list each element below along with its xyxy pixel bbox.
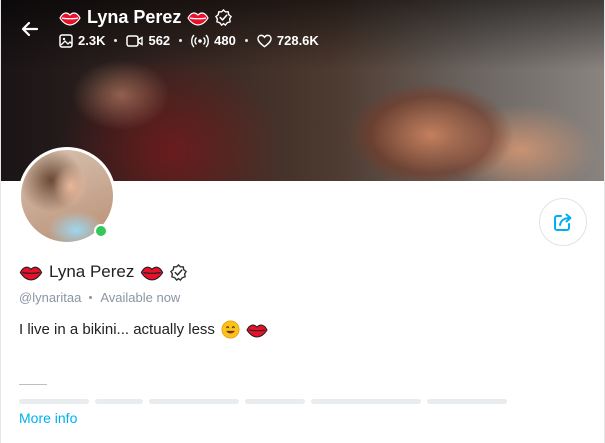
profile-name: Lyna Perez [49,262,135,281]
header-name: Lyna Perez [87,7,182,27]
verified-icon [215,9,233,26]
avatar-container[interactable] [18,147,116,245]
stat-likes-value: 728.6K [276,33,319,48]
header-stats: 2.3K 562 480 728.6K [59,33,319,48]
lips-icon [19,266,43,281]
lips-icon [59,11,81,26]
lips-icon [187,11,210,26]
stat-streams[interactable]: 480 [191,33,236,48]
profile-handle[interactable]: @lynaritaa [19,290,81,305]
profile-name-row: Lyna Perez [19,262,188,282]
arrow-left-icon [21,21,39,37]
availability-status: Available now [100,290,181,305]
profile-page: Lyna Perez 2.3K 562 480 728.6K Lyna Pere… [0,0,605,443]
lips-icon [141,266,164,281]
stat-images[interactable]: 2.3K [59,33,105,48]
broadcast-icon [191,34,210,47]
stat-images-value: 2.3K [78,33,106,48]
share-button[interactable] [539,198,587,246]
more-info-link[interactable]: More info [19,410,77,426]
truncated-bio-preview [19,393,539,405]
video-icon [126,34,144,47]
stat-videos-value: 562 [148,33,171,48]
header-title: Lyna Perez [59,7,233,28]
separator-dot [114,39,118,42]
lips-icon [246,323,268,338]
stat-streams-value: 480 [214,33,236,48]
profile-meta: @lynaritaa Available now [19,290,180,305]
bio-text: I live in a bikini... actually less [19,321,215,338]
verified-icon [170,263,188,281]
image-icon [59,33,73,48]
profile-bio: I live in a bikini... actually less [19,320,268,339]
separator-dot [179,39,183,42]
heart-icon [257,34,272,48]
separator-dot [244,39,248,42]
smiling-face-icon [221,320,240,339]
stat-likes[interactable]: 728.6K [257,33,319,48]
back-button[interactable] [15,14,45,44]
separator-dot [89,296,93,299]
share-icon [554,213,572,231]
online-indicator [94,224,108,238]
stat-videos[interactable]: 562 [126,33,170,48]
bio-divider [19,384,47,385]
